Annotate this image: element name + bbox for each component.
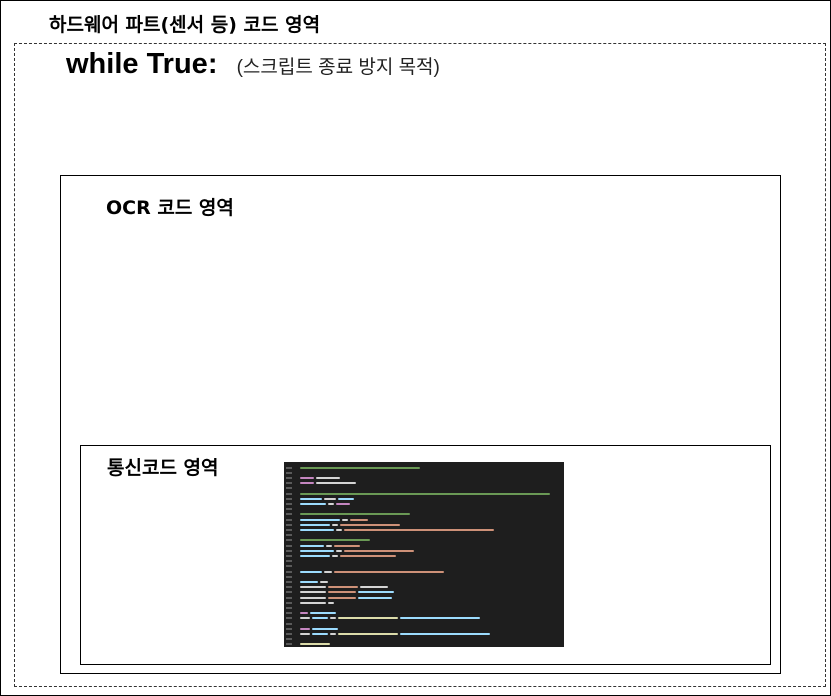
code-line [286,580,330,583]
code-line [286,617,482,620]
code-line [286,560,300,563]
code-line [286,638,300,641]
while-loop-header: while True: (스크립트 종료 방지 목적) [66,48,440,81]
while-note: (스크립트 종료 방지 목적) [236,57,440,78]
code-line [286,570,446,573]
code-line [286,575,300,578]
while-keyword: while True: [66,48,218,80]
code-line [286,523,402,526]
code-line [286,554,398,557]
code-line [286,476,342,479]
code-line [286,497,356,500]
hardware-section-title: 하드웨어 파트(센서 등) 코드 영역 [49,14,321,36]
code-line [286,518,370,521]
code-line [286,627,340,630]
code-line [286,612,338,615]
code-line [286,586,390,589]
comm-section-title: 통신코드 영역 [107,457,219,479]
ocr-section-title: OCR 코드 영역 [106,197,234,219]
code-line [286,513,412,516]
code-line [286,471,300,474]
code-line [286,502,352,505]
code-screenshot-image [284,462,564,647]
code-line [286,565,300,568]
code-line [286,487,300,490]
code-line [286,643,332,646]
code-line [286,549,416,552]
code-line [286,591,396,594]
code-line [286,539,372,542]
code-line [286,596,394,599]
code-line [286,482,358,485]
code-line [286,528,496,531]
code-line [286,492,552,495]
code-line [286,622,300,625]
code-line [286,508,300,511]
code-line [286,632,492,635]
code-line [286,601,336,604]
code-line [286,544,362,547]
code-line [286,534,300,537]
code-line [286,606,300,609]
code-line [286,466,422,469]
